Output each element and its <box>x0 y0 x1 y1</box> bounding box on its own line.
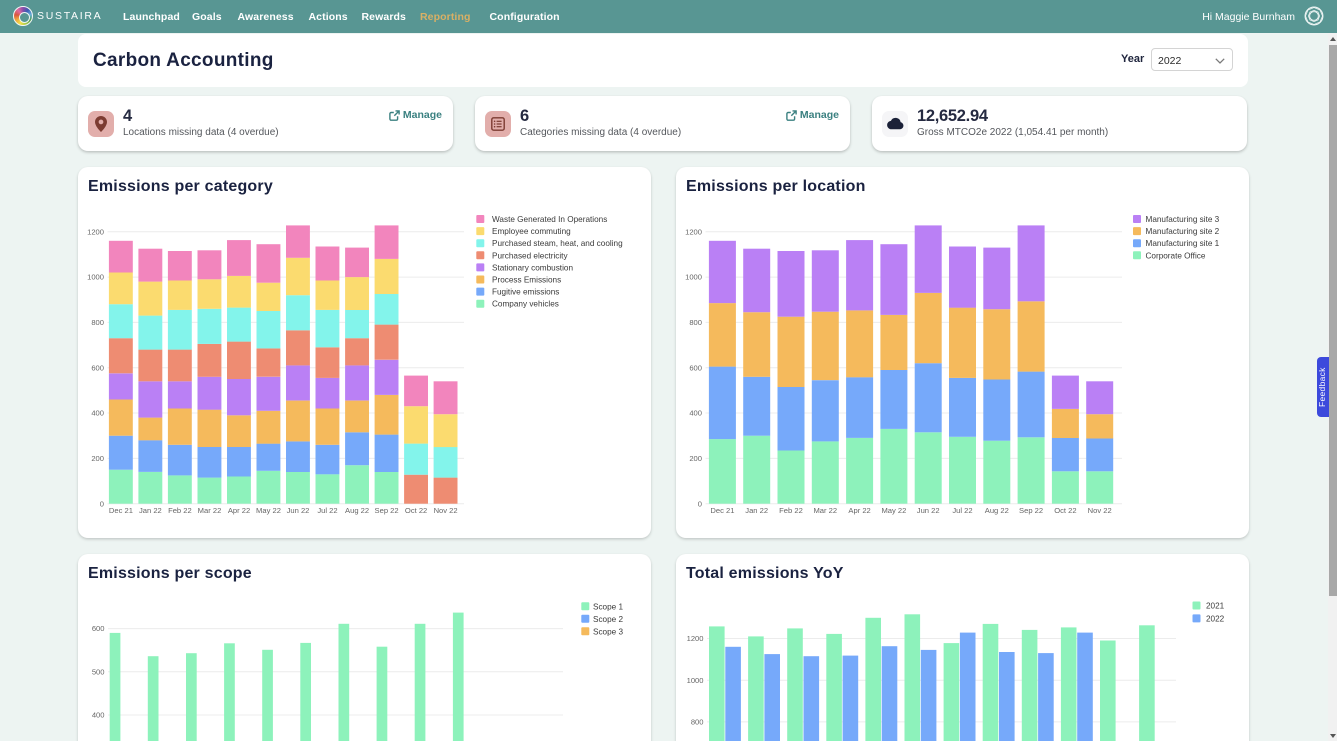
svg-text:Jan 22: Jan 22 <box>139 506 162 515</box>
svg-text:200: 200 <box>91 454 104 463</box>
svg-text:1000: 1000 <box>87 273 104 282</box>
svg-text:Manufacturing site 1: Manufacturing site 1 <box>1146 239 1220 248</box>
svg-text:0: 0 <box>698 499 702 508</box>
svg-text:400: 400 <box>689 409 702 418</box>
svg-text:Manufacturing site 3: Manufacturing site 3 <box>1146 215 1220 224</box>
svg-text:Nov 22: Nov 22 <box>1088 506 1112 515</box>
svg-text:600: 600 <box>91 363 104 372</box>
svg-text:May 22: May 22 <box>256 506 281 515</box>
svg-text:Aug 22: Aug 22 <box>345 506 369 515</box>
svg-text:Scope 3: Scope 3 <box>593 627 623 636</box>
svg-text:Purchased electricity: Purchased electricity <box>492 251 568 260</box>
svg-text:500: 500 <box>92 667 105 676</box>
svg-text:Jun 22: Jun 22 <box>287 506 310 515</box>
svg-text:Fugitive emissions: Fugitive emissions <box>492 288 559 297</box>
svg-text:Feb 22: Feb 22 <box>779 506 803 515</box>
svg-text:Scope 2: Scope 2 <box>593 615 623 624</box>
svg-text:Nov 22: Nov 22 <box>434 506 458 515</box>
svg-text:Manufacturing site 2: Manufacturing site 2 <box>1146 227 1220 236</box>
svg-text:Employee commuting: Employee commuting <box>492 227 571 236</box>
svg-text:1000: 1000 <box>687 676 704 685</box>
svg-text:May 22: May 22 <box>881 506 906 515</box>
svg-text:800: 800 <box>691 718 704 727</box>
svg-text:Jan 22: Jan 22 <box>745 506 768 515</box>
svg-text:Dec 21: Dec 21 <box>109 506 133 515</box>
svg-text:Jul 22: Jul 22 <box>952 506 972 515</box>
svg-text:Apr 22: Apr 22 <box>848 506 870 515</box>
svg-text:1200: 1200 <box>687 634 704 643</box>
svg-text:Waste Generated In Operations: Waste Generated In Operations <box>492 215 607 224</box>
svg-text:Sep 22: Sep 22 <box>375 506 399 515</box>
svg-text:Aug 22: Aug 22 <box>985 506 1009 515</box>
svg-text:Purchased steam, heat, and coo: Purchased steam, heat, and cooling <box>492 239 623 248</box>
svg-text:Feb 22: Feb 22 <box>168 506 192 515</box>
svg-text:1000: 1000 <box>685 273 702 282</box>
svg-text:0: 0 <box>100 499 104 508</box>
svg-text:2021: 2021 <box>1206 602 1225 611</box>
svg-text:Corporate Office: Corporate Office <box>1146 251 1206 260</box>
svg-text:Sep 22: Sep 22 <box>1019 506 1043 515</box>
svg-text:Dec 21: Dec 21 <box>710 506 734 515</box>
svg-text:Stationary combustion: Stationary combustion <box>492 263 573 272</box>
svg-text:800: 800 <box>91 318 104 327</box>
svg-text:Scope 1: Scope 1 <box>593 602 623 611</box>
svg-text:Apr 22: Apr 22 <box>228 506 250 515</box>
svg-text:1200: 1200 <box>685 227 702 236</box>
svg-text:2022: 2022 <box>1206 614 1225 623</box>
svg-text:Jun 22: Jun 22 <box>917 506 940 515</box>
svg-text:200: 200 <box>689 454 702 463</box>
svg-text:Oct 22: Oct 22 <box>1054 506 1076 515</box>
svg-text:400: 400 <box>91 409 104 418</box>
svg-text:800: 800 <box>689 318 702 327</box>
svg-text:Jul 22: Jul 22 <box>317 506 337 515</box>
svg-text:600: 600 <box>689 363 702 372</box>
svg-text:1200: 1200 <box>87 227 104 236</box>
svg-text:Mar 22: Mar 22 <box>813 506 837 515</box>
svg-text:Process Emissions: Process Emissions <box>492 276 561 285</box>
svg-text:Mar 22: Mar 22 <box>198 506 222 515</box>
svg-text:400: 400 <box>92 711 105 720</box>
svg-text:Oct 22: Oct 22 <box>405 506 427 515</box>
svg-text:600: 600 <box>92 624 105 633</box>
svg-text:Company vehicles: Company vehicles <box>492 300 559 309</box>
